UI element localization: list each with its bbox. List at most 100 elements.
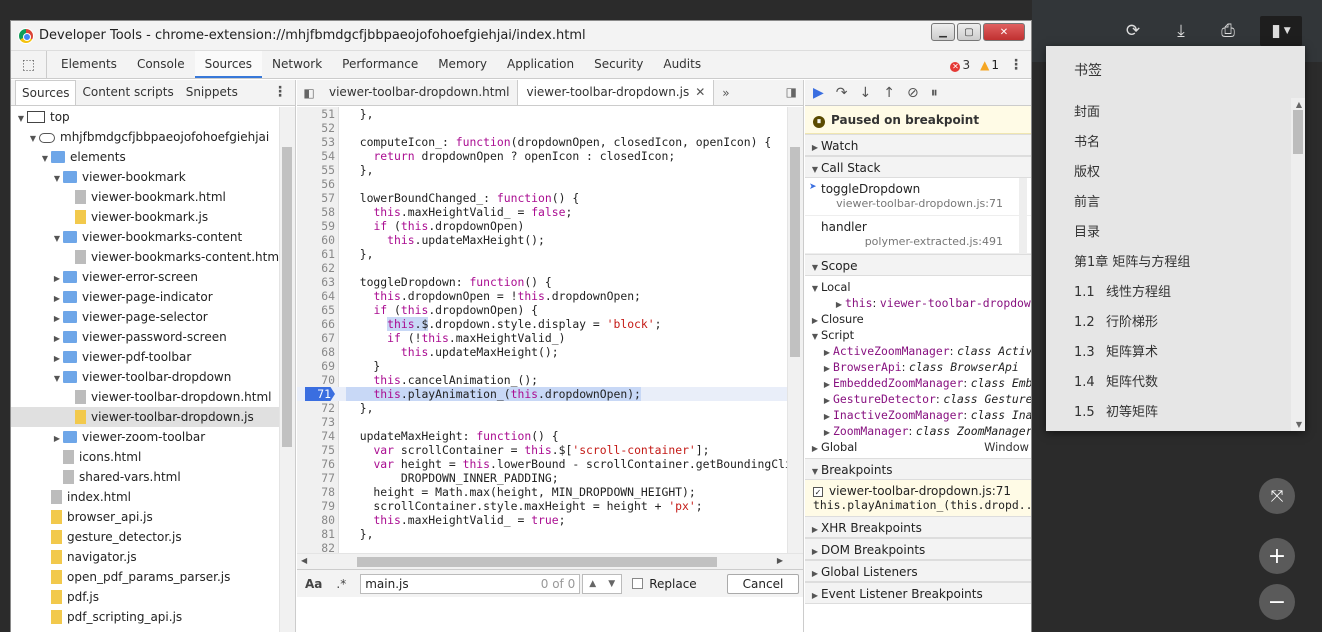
- code-line[interactable]: 67 if (!this.maxHeightValid_): [297, 331, 787, 345]
- bookmark-item[interactable]: 书名: [1046, 128, 1291, 158]
- line-number[interactable]: 54: [297, 149, 335, 163]
- tree-item[interactable]: icons.html: [11, 447, 279, 467]
- tree-item[interactable]: ▶ viewer-page-indicator: [11, 287, 279, 307]
- tab-security[interactable]: Security: [584, 51, 653, 78]
- line-number[interactable]: 71: [305, 387, 335, 401]
- scope-var[interactable]: ▶ GestureDetector: class Gesture: [809, 391, 1031, 407]
- scope-var[interactable]: ▶ this: viewer-toolbar-dropdown#: [809, 295, 1031, 311]
- line-number[interactable]: 76: [297, 457, 335, 471]
- deactivate-breakpoints-icon[interactable]: ⊘: [907, 85, 919, 101]
- tab-application[interactable]: Application: [497, 51, 584, 78]
- line-number[interactable]: 67: [297, 331, 335, 345]
- scope-var[interactable]: ▶ InactiveZoomManager: class Ina: [809, 407, 1031, 423]
- tree-item[interactable]: ▼ elements: [11, 147, 279, 167]
- scroll-left-icon[interactable]: ◀: [301, 556, 307, 565]
- cancel-button[interactable]: Cancel: [727, 573, 799, 594]
- dom-breakpoints-section[interactable]: ▶ DOM Breakpoints: [805, 538, 1031, 560]
- step-into-icon[interactable]: ↓: [860, 85, 872, 101]
- fit-to-page-button[interactable]: ⤧: [1259, 478, 1295, 514]
- bookmark-item[interactable]: 版权: [1046, 158, 1291, 188]
- tree-item[interactable]: index.html: [11, 487, 279, 507]
- collapse-icon[interactable]: ▼: [51, 369, 63, 389]
- tree-item[interactable]: ▼ viewer-bookmarks-content: [11, 227, 279, 247]
- code-line[interactable]: 79 scrollContainer.style.maxHeight = hei…: [297, 499, 787, 513]
- tree-item[interactable]: viewer-bookmark.html: [11, 187, 279, 207]
- tree-item[interactable]: gesture_detector.js: [11, 527, 279, 547]
- breakpoint-checkbox[interactable]: ✓: [813, 487, 823, 497]
- tree-item[interactable]: viewer-bookmark.js: [11, 207, 279, 227]
- call-frame[interactable]: toggleDropdownviewer-toolbar-dropdown.js…: [805, 178, 1031, 216]
- code-line[interactable]: 60 this.updateMaxHeight();: [297, 233, 787, 247]
- code-line[interactable]: 61 },: [297, 247, 787, 261]
- bookmarks-scrollbar[interactable]: ▲ ▼: [1291, 98, 1305, 431]
- tree-item[interactable]: ▼ mhjfbmdgcfjbbpaeojofohoefgiehjai: [11, 127, 279, 147]
- regex-toggle[interactable]: .*: [336, 577, 346, 591]
- line-number[interactable]: 51: [297, 107, 335, 121]
- breakpoint-item[interactable]: ✓ viewer-toolbar-dropdown.js:71 this.play…: [805, 480, 1031, 516]
- navigator-tab-content-scripts[interactable]: Content scripts: [76, 80, 179, 105]
- scroll-thumb[interactable]: [1293, 110, 1303, 154]
- expand-icon[interactable]: ▶: [51, 289, 63, 309]
- tree-item[interactable]: navigator.js: [11, 547, 279, 567]
- line-number[interactable]: 79: [297, 499, 335, 513]
- step-over-icon[interactable]: ↷: [836, 85, 848, 101]
- callstack-scrollbar[interactable]: [1019, 178, 1027, 254]
- code-line[interactable]: 52: [297, 121, 787, 135]
- toggle-debugger-icon[interactable]: ◨: [786, 85, 797, 99]
- code-line[interactable]: 54 return dropdownOpen ? openIcon : clos…: [297, 149, 787, 163]
- line-number[interactable]: 82: [297, 541, 335, 553]
- line-number[interactable]: 74: [297, 429, 335, 443]
- tab-sources[interactable]: Sources: [194, 51, 263, 78]
- line-number[interactable]: 68: [297, 345, 335, 359]
- watch-section[interactable]: ▶ Watch: [805, 134, 1031, 156]
- tree-item[interactable]: browser_api.js: [11, 507, 279, 527]
- collapse-icon[interactable]: ▼: [51, 229, 63, 249]
- tab-performance[interactable]: Performance: [332, 51, 428, 78]
- collapse-icon[interactable]: ▼: [15, 109, 27, 129]
- scope-local[interactable]: ▼ Local: [809, 279, 1031, 295]
- scope-closure[interactable]: ▶ Closure: [809, 311, 1031, 327]
- scroll-thumb[interactable]: [357, 557, 717, 567]
- bookmark-item[interactable]: 前言: [1046, 188, 1291, 218]
- code-line[interactable]: 76 var height = this.lowerBound - scroll…: [297, 457, 787, 471]
- inspect-element-icon[interactable]: ⬚: [11, 51, 47, 78]
- line-number[interactable]: 81: [297, 527, 335, 541]
- code-line[interactable]: 66 this.$.dropdown.style.display = 'bloc…: [297, 317, 787, 331]
- expand-icon[interactable]: ▶: [51, 429, 63, 449]
- tab-memory[interactable]: Memory: [428, 51, 497, 78]
- bookmark-item[interactable]: 第1章 矩阵与方程组: [1046, 248, 1291, 278]
- previous-match-icon[interactable]: ▲: [589, 579, 596, 589]
- warning-count[interactable]: ▲ 1: [980, 58, 999, 72]
- breakpoints-section[interactable]: ▼ Breakpoints: [805, 458, 1031, 480]
- toggle-navigator-icon[interactable]: ◧: [297, 86, 321, 100]
- line-number[interactable]: 53: [297, 135, 335, 149]
- expand-icon[interactable]: ▶: [51, 329, 63, 349]
- scroll-up-icon[interactable]: ▲: [1296, 100, 1302, 109]
- code-line[interactable]: 70 this.cancelAnimation_();: [297, 373, 787, 387]
- tree-item[interactable]: ▼ viewer-toolbar-dropdown: [11, 367, 279, 387]
- collapse-icon[interactable]: ▼: [51, 169, 63, 189]
- tab-network[interactable]: Network: [262, 51, 332, 78]
- line-number[interactable]: 78: [297, 485, 335, 499]
- tree-item[interactable]: ▼ top: [11, 107, 279, 127]
- scroll-right-icon[interactable]: ▶: [777, 556, 783, 565]
- close-tab-icon[interactable]: ✕: [695, 85, 705, 99]
- bookmark-item[interactable]: 1.5 初等矩阵: [1046, 398, 1291, 428]
- code-line[interactable]: 51 },: [297, 107, 787, 121]
- tree-item[interactable]: pdf.js: [11, 587, 279, 607]
- code-line[interactable]: 53 computeIcon_: function(dropdownOpen, …: [297, 135, 787, 149]
- editor-vscrollbar[interactable]: [787, 107, 803, 553]
- file-tab[interactable]: viewer-toolbar-dropdown.html: [321, 80, 517, 105]
- tree-item[interactable]: ▶ viewer-pdf-toolbar: [11, 347, 279, 367]
- code-line[interactable]: 55 },: [297, 163, 787, 177]
- code-line[interactable]: 81 },: [297, 527, 787, 541]
- replace-checkbox[interactable]: [632, 578, 644, 589]
- error-count[interactable]: ✕ 3: [950, 58, 970, 72]
- collapse-icon[interactable]: ▼: [27, 129, 39, 149]
- match-case-toggle[interactable]: Aa: [305, 577, 322, 591]
- scope-section[interactable]: ▼ Scope: [805, 254, 1031, 276]
- line-number[interactable]: 66: [297, 317, 335, 331]
- code-line[interactable]: 62: [297, 261, 787, 275]
- download-icon[interactable]: ⤓: [1166, 16, 1196, 46]
- code-editor[interactable]: 51 }, 52 53 computeIcon_: function(dropdow…: [297, 107, 787, 553]
